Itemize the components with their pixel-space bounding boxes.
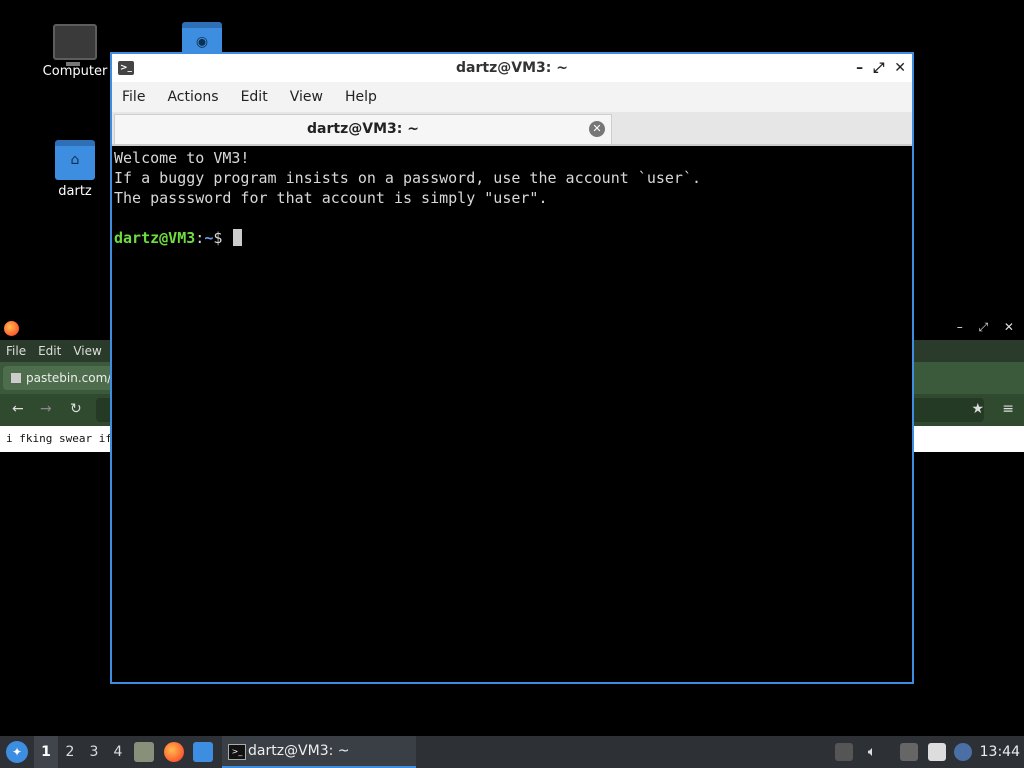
minimize-icon[interactable]: – (856, 54, 863, 82)
desktop-icon-label: Computer (42, 64, 108, 79)
prompt-user: dartz@VM3 (114, 229, 196, 247)
terminal-tab[interactable]: dartz@VM3: ~ ✕ (114, 114, 612, 144)
bookmark-star-icon[interactable]: ★ (971, 401, 984, 417)
menu-actions[interactable]: Actions (167, 89, 218, 105)
desktop-icon-label: dartz (58, 184, 92, 199)
terminal-line: If a buggy program insists on a password… (114, 169, 701, 187)
terminal-tabbar: dartz@VM3: ~ ✕ (112, 112, 912, 146)
terminal-app-icon: >_ (118, 61, 134, 75)
prompt-separator: : (195, 229, 205, 247)
menu-view[interactable]: View (290, 89, 323, 105)
menu-help[interactable]: Help (345, 89, 377, 105)
network-icon[interactable] (900, 743, 918, 761)
reload-icon[interactable]: ↻ (70, 401, 82, 417)
firefox-window-controls[interactable]: – ⤢ ✕ (957, 320, 1020, 335)
workspace-switcher: 1 2 3 4 (34, 736, 130, 768)
taskbar: ✦ 1 2 3 4 >_ dartz@VM3: ~ 🔈︎ 13:44 (0, 736, 1024, 768)
hamburger-menu-icon[interactable]: ≡ (1002, 401, 1014, 417)
taskbar-terminal-button[interactable]: >_ dartz@VM3: ~ (222, 736, 416, 768)
show-desktop-icon[interactable] (193, 742, 213, 762)
back-icon[interactable]: ← (12, 401, 24, 417)
taskbar-task-label: dartz@VM3: ~ (248, 743, 350, 759)
terminal-titlebar[interactable]: >_ dartz@VM3: ~ – ⤢ ✕ (112, 54, 912, 82)
clock[interactable]: 13:44 (980, 736, 1020, 768)
firefox-menu-file[interactable]: File (6, 344, 26, 358)
desktop-icon-home[interactable]: ⌂ dartz (35, 140, 115, 199)
terminal-menubar: File Actions Edit View Help (112, 82, 912, 112)
workspace-4[interactable]: 4 (106, 736, 130, 768)
workspace-3[interactable]: 3 (82, 736, 106, 768)
favicon-icon (11, 373, 21, 383)
close-icon[interactable]: ✕ (894, 54, 906, 82)
computer-icon (53, 24, 97, 66)
terminal-output[interactable]: Welcome to VM3! If a buggy program insist… (112, 146, 912, 250)
terminal-window[interactable]: >_ dartz@VM3: ~ – ⤢ ✕ File Actions Edit … (110, 52, 914, 684)
volume-icon[interactable]: 🔈︎ (863, 743, 881, 761)
menu-edit[interactable]: Edit (241, 89, 268, 105)
terminal-tab-title: dartz@VM3: ~ (307, 121, 419, 137)
clipboard-icon[interactable] (928, 743, 946, 761)
terminal-prompt: dartz@VM3:~$ (114, 228, 910, 248)
firefox-menu-view[interactable]: View (73, 344, 101, 358)
maximize-icon[interactable]: ⤢ (873, 54, 884, 82)
terminal-window-title: dartz@VM3: ~ (456, 60, 568, 76)
home-folder-icon: ⌂ (55, 140, 95, 180)
firefox-launcher-icon[interactable] (164, 742, 184, 762)
terminal-line: Welcome to VM3! (114, 149, 250, 167)
menu-file[interactable]: File (122, 89, 145, 105)
workspace-2[interactable]: 2 (58, 736, 82, 768)
tray-updates-icon[interactable] (835, 743, 853, 761)
firefox-tab-title: pastebin.com/ra (26, 371, 124, 385)
workspace-1[interactable]: 1 (34, 736, 58, 768)
terminal-task-icon: >_ (228, 744, 246, 760)
start-menu-icon[interactable]: ✦ (6, 741, 28, 763)
notification-icon[interactable] (954, 743, 972, 761)
file-manager-launcher-icon[interactable] (134, 742, 154, 762)
desktop-icon-computer[interactable]: Computer (35, 24, 115, 79)
firefox-icon (4, 321, 19, 336)
terminal-line: The passsword for that account is simply… (114, 189, 548, 207)
forward-icon[interactable]: → (40, 401, 52, 417)
text-cursor (233, 229, 243, 246)
window-controls: – ⤢ ✕ (856, 54, 906, 82)
prompt-symbol: $ (213, 229, 232, 247)
firefox-menu-edit[interactable]: Edit (38, 344, 61, 358)
prompt-path: ~ (204, 229, 214, 247)
tab-close-icon[interactable]: ✕ (589, 121, 605, 137)
